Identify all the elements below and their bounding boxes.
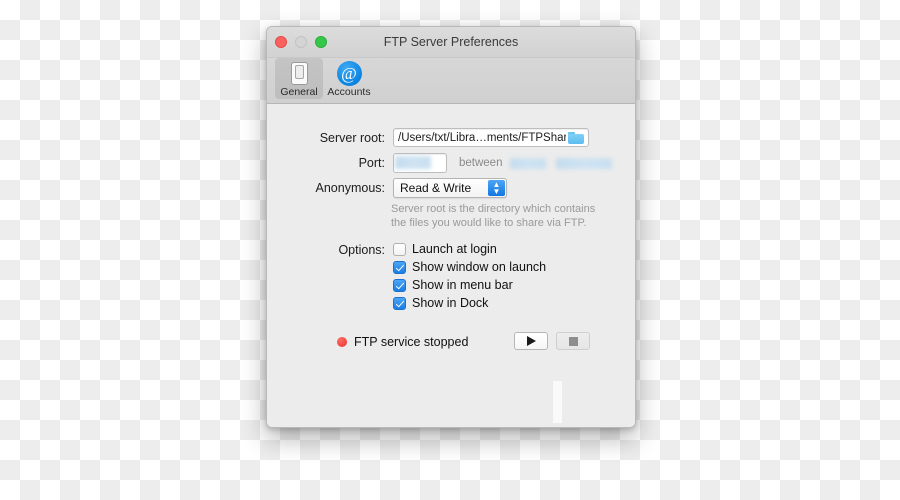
checkbox-label: Show window on launch <box>412 260 547 274</box>
checkbox-label: Show in menu bar <box>412 278 513 292</box>
render-artifact <box>553 381 562 423</box>
checkbox-show-in-dock[interactable]: Show in Dock <box>393 296 546 310</box>
switch-icon <box>275 60 323 86</box>
port-row: Port: between <box>295 153 613 173</box>
checkbox-box[interactable] <box>393 278 406 292</box>
options-label: Options: <box>338 243 385 257</box>
server-root-row: Server root: /Users/txt/Libra…ments/FTPS… <box>295 128 589 147</box>
service-status: FTP service stopped <box>337 335 468 349</box>
checkbox-label: Launch at login <box>412 242 497 256</box>
anonymous-label: Anonymous: <box>315 181 385 195</box>
options-row: Options: Launch at login Show window on … <box>295 242 546 310</box>
toolbar-item-general[interactable]: General <box>275 58 323 99</box>
anonymous-row: Anonymous: Read & Write ▲ ▼ <box>295 178 507 198</box>
preferences-toolbar: General @ Accounts <box>267 58 635 104</box>
toolbar-item-general-label: General <box>280 86 318 98</box>
port-value-redacted <box>395 156 431 169</box>
server-root-label: Server root: <box>319 130 385 145</box>
server-root-value: /Users/txt/Libra…ments/FTPShare <box>398 131 566 144</box>
at-sign-icon: @ <box>325 60 373 86</box>
port-label: Port: <box>358 156 385 170</box>
window-title: FTP Server Preferences <box>383 35 519 49</box>
checkbox-box[interactable] <box>393 296 406 310</box>
port-range-redacted <box>510 157 613 169</box>
chevron-updown-icon: ▲ ▼ <box>488 180 505 196</box>
checkbox-box[interactable] <box>393 260 406 274</box>
port-between-label: between <box>459 157 503 169</box>
anonymous-select[interactable]: Read & Write ▲ ▼ <box>393 178 507 198</box>
server-root-help-text: Server root is the directory which conta… <box>391 203 596 229</box>
folder-icon[interactable] <box>568 131 584 144</box>
screenshot-canvas: FTP Server Preferences General @ Account… <box>0 0 900 500</box>
red-dot-icon <box>337 337 347 347</box>
checkbox-box[interactable] <box>393 242 406 256</box>
start-service-button[interactable] <box>514 332 548 350</box>
checkbox-show-window-on-launch[interactable]: Show window on launch <box>393 260 546 274</box>
service-controls <box>514 332 590 350</box>
options-checkbox-list: Launch at login Show window on launch Sh… <box>393 242 546 310</box>
checkbox-label: Show in Dock <box>412 296 489 310</box>
stop-icon <box>568 336 578 346</box>
play-icon <box>526 336 536 346</box>
service-status-text: FTP service stopped <box>354 335 469 349</box>
ftp-preferences-window: FTP Server Preferences General @ Account… <box>266 26 636 428</box>
checkbox-launch-at-login[interactable]: Launch at login <box>393 242 546 256</box>
general-pane: Server root: /Users/txt/Libra…ments/FTPS… <box>267 104 635 427</box>
checkbox-show-in-menu-bar[interactable]: Show in menu bar <box>393 278 546 292</box>
server-root-field[interactable]: /Users/txt/Libra…ments/FTPShare <box>393 128 589 147</box>
stop-service-button <box>556 332 590 350</box>
port-input[interactable] <box>393 153 447 173</box>
anonymous-value: Read & Write <box>400 181 472 195</box>
toolbar-item-accounts-label: Accounts <box>327 86 371 98</box>
window-titlebar: FTP Server Preferences <box>267 27 635 58</box>
toolbar-item-accounts[interactable]: @ Accounts <box>325 58 373 99</box>
